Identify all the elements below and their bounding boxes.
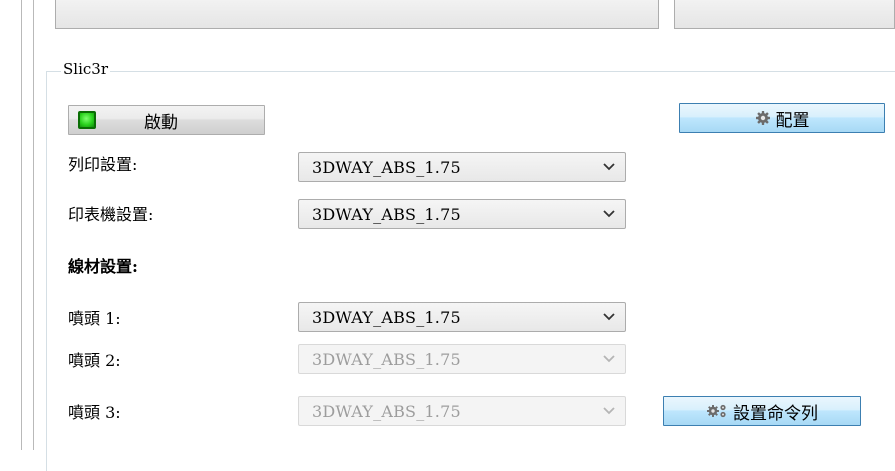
extruder-1-select[interactable]: 3DWAY_ABS_1.75 [298, 302, 626, 332]
window-edge-line [33, 0, 34, 450]
top-control-right[interactable] [674, 0, 895, 29]
cmdline-button-label: 設置命令列 [733, 403, 818, 424]
printer-settings-label: 印表機設置: [68, 205, 154, 224]
config-button[interactable]: 配置 [679, 103, 885, 133]
printer-settings-select[interactable]: 3DWAY_ABS_1.75 [298, 199, 626, 229]
extruder-2-select: 3DWAY_ABS_1.75 [298, 344, 626, 374]
chevron-down-icon [603, 210, 615, 218]
gear-icon [755, 111, 770, 125]
extruder-3-value: 3DWAY_ABS_1.75 [312, 401, 461, 421]
chevron-down-icon [603, 163, 615, 171]
gears-icon [707, 404, 726, 418]
window-edge-line [21, 0, 22, 450]
print-settings-value: 3DWAY_ABS_1.75 [312, 157, 461, 177]
extruder-3-select: 3DWAY_ABS_1.75 [298, 396, 626, 426]
config-button-label: 配置 [775, 110, 810, 131]
cmdline-settings-button[interactable]: 設置命令列 [663, 396, 861, 426]
chevron-down-icon [603, 407, 615, 415]
extruder-1-value: 3DWAY_ABS_1.75 [312, 307, 461, 327]
groupbox-title: Slic3r [61, 60, 110, 78]
extruder-2-label: 噴頭 2: [68, 351, 121, 370]
filament-settings-heading: 線材設置: [68, 257, 138, 276]
print-settings-select[interactable]: 3DWAY_ABS_1.75 [298, 152, 626, 182]
extruder-3-label: 噴頭 3: [68, 403, 121, 422]
printer-settings-value: 3DWAY_ABS_1.75 [312, 204, 461, 224]
start-button-label: 啟動 [144, 112, 178, 133]
chevron-down-icon [603, 313, 615, 321]
start-button[interactable]: 啟動 [68, 105, 265, 135]
extruder-2-value: 3DWAY_ABS_1.75 [312, 349, 461, 369]
print-settings-label: 列印設置: [68, 155, 138, 174]
green-led-icon [78, 111, 96, 129]
chevron-down-icon [603, 355, 615, 363]
top-control-left[interactable] [55, 0, 659, 29]
extruder-1-label: 噴頭 1: [68, 309, 121, 328]
